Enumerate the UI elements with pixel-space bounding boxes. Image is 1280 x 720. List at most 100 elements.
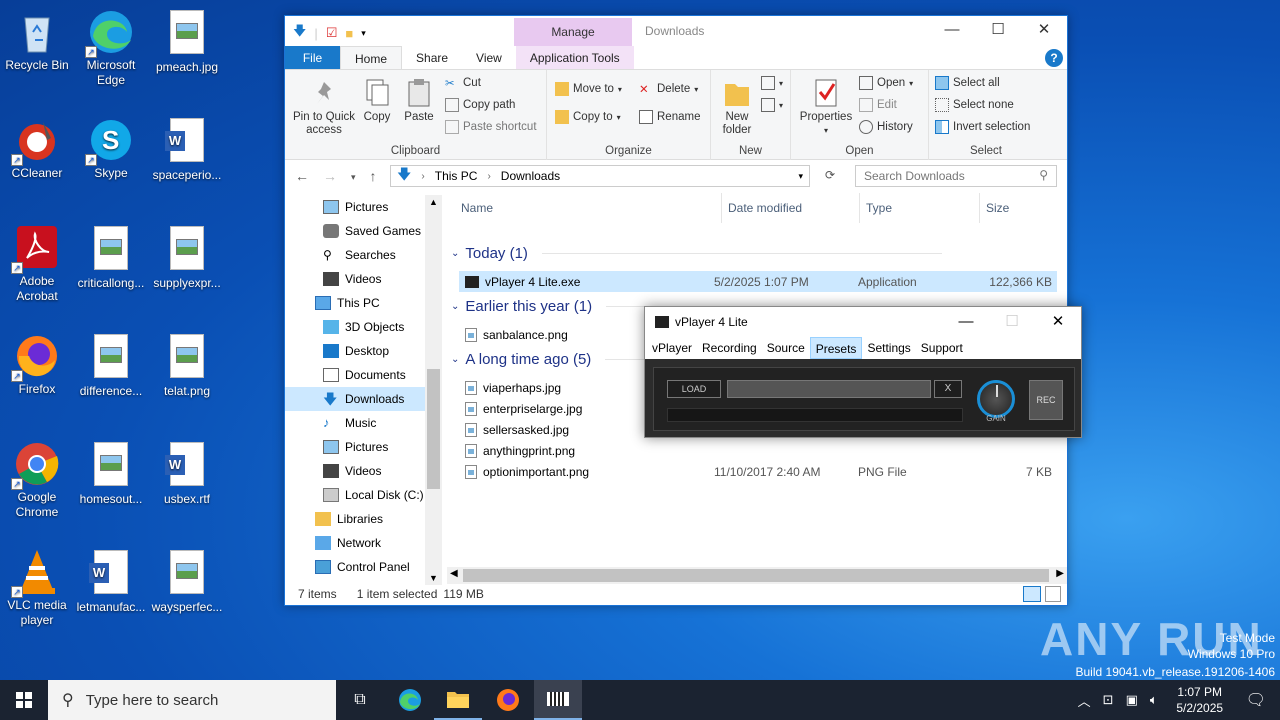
menu-support[interactable]: Support [916,337,968,359]
table-row[interactable]: optionimportant.png 11/10/2017 2:40 AM P… [459,461,1057,482]
volume-icon[interactable]: 🔈︎ [1144,692,1164,708]
task-view-button[interactable]: ⧉ [336,680,384,720]
desktop-icon-recycle-bin[interactable]: Recycle Bin [0,8,74,73]
horizontal-scroll-thumb[interactable] [463,569,1049,582]
desktop-icon-edge[interactable]: ↗ Microsoft Edge [74,8,148,88]
nav-item-local-disk[interactable]: Local Disk (C:) [285,483,425,507]
up-arrow-icon[interactable]: ↑ [370,168,377,186]
close-button[interactable]: ✕ [1021,16,1067,46]
breadcrumb-this-pc[interactable]: This PC [435,169,478,183]
taskbar-search-input[interactable]: ⚲ Type here to search [48,680,336,720]
select-all-button[interactable]: Select all [935,76,1000,90]
forward-arrow-icon[interactable]: → [323,168,337,186]
desktop-icon-supplyexpr[interactable]: supplyexpr... [150,224,224,291]
paste-button[interactable]: Paste [399,78,439,124]
table-row[interactable]: anythingprint.png [459,440,1057,461]
load-button[interactable]: LOAD [667,380,721,398]
menu-vplayer[interactable]: vPlayer [647,337,697,359]
desktop-icon-letmanufac[interactable]: W letmanufac... [74,548,148,615]
desktop-icon-vlc[interactable]: ↗ VLC media player [0,548,74,628]
nav-item-pictures[interactable]: Pictures [285,195,425,219]
network-icon[interactable]: ⊡ [1097,692,1120,708]
address-dropdown-icon[interactable]: ▾ [798,171,803,182]
taskbar-vplayer[interactable] [534,680,582,720]
move-to-button[interactable]: Move to ▾ [555,82,622,96]
refresh-icon[interactable]: ⟳ [825,168,835,182]
column-header-type[interactable]: Type [859,193,892,223]
history-button[interactable]: History [859,120,913,134]
customize-dropdown-icon[interactable]: ▾ [361,28,366,39]
start-button[interactable] [0,680,48,720]
desktop-icon-ccleaner[interactable]: ↗ CCleaner [0,116,74,181]
back-arrow-icon[interactable]: ← [295,168,309,186]
nav-item-documents[interactable]: Documents [285,363,425,387]
desktop-icon-spaceperio[interactable]: W spaceperio... [150,116,224,183]
properties-check-icon[interactable]: ☑ [326,25,338,41]
nav-item-control-panel[interactable]: Control Panel [285,555,425,579]
column-header-size[interactable]: Size [979,193,1009,223]
tab-application-tools[interactable]: Application Tools [515,46,634,69]
desktop-icon-chrome[interactable]: ↗ Google Chrome [0,440,74,520]
table-row[interactable]: vPlayer 4 Lite.exe 5/2/2025 1:07 PM Appl… [459,271,1057,292]
nav-scrollbar[interactable]: ▲ ▼ [425,195,442,585]
nav-item-music[interactable]: ♪ Music [285,411,425,435]
nav-item-downloads[interactable]: 🡇 Downloads [285,387,425,411]
edit-button[interactable]: Edit [859,98,897,112]
nav-scroll-thumb[interactable] [427,369,440,489]
desktop-icon-skype[interactable]: S ↗ Skype [74,116,148,181]
gain-knob[interactable] [977,380,1015,418]
desktop-icon-waysperfec[interactable]: waysperfec... [150,548,224,615]
maximize-button[interactable]: ☐ [975,16,1021,46]
copy-to-button[interactable]: Copy to ▾ [555,110,621,124]
scroll-up-icon[interactable]: ▲ [429,197,438,207]
clock[interactable]: 1:07 PM 5/2/2025 [1164,684,1236,716]
desktop-icon-telat[interactable]: telat.png [150,332,224,399]
nav-item-3d-objects[interactable]: 3D Objects [285,315,425,339]
taskbar-firefox[interactable] [484,680,532,720]
tab-file[interactable]: File [285,46,340,69]
taskbar-edge[interactable] [386,680,434,720]
group-header-today[interactable]: ⌄ Today (1) [451,245,942,262]
minimize-button[interactable]: — [943,307,989,337]
search-input[interactable]: Search Downloads ⚲ [855,165,1057,187]
menu-source[interactable]: Source [762,337,810,359]
notification-icon[interactable]: 🗨︎ [1236,690,1280,710]
menu-settings[interactable]: Settings [862,337,915,359]
column-header-name[interactable]: Name [461,193,493,223]
details-view-icon[interactable] [1023,586,1041,602]
recent-dropdown-icon[interactable]: ▾ [351,168,356,186]
record-button[interactable]: REC [1029,380,1063,420]
desktop-icon-usbex[interactable]: W usbex.rtf [150,440,224,507]
delete-button[interactable]: ✕ Delete ▾ [639,82,698,96]
scroll-left-icon[interactable]: ◀ [450,568,458,579]
open-button[interactable]: Open ▾ [859,76,913,90]
menu-presets[interactable]: Presets [809,337,863,359]
close-button[interactable]: ✕ [1035,307,1081,337]
invert-selection-button[interactable]: Invert selection [935,120,1030,134]
nav-item-desktop[interactable]: Desktop [285,339,425,363]
new-item-button[interactable]: ▾ [761,76,783,90]
new-folder-button[interactable]: New folder [715,78,759,137]
address-bar[interactable]: 🡇 › This PC › Downloads ▾ [390,165,810,187]
chevron-up-icon[interactable]: ︿ [1072,691,1097,710]
desktop-icon-criticallong[interactable]: criticallong... [74,224,148,291]
scroll-right-icon[interactable]: ▶ [1056,568,1064,579]
menu-recording[interactable]: Recording [697,337,762,359]
desktop-icon-firefox[interactable]: ↗ Firefox [0,332,74,397]
taskbar-file-explorer[interactable] [434,680,482,720]
cut-button[interactable]: ✂ Cut [445,76,481,90]
copy-path-button[interactable]: Copy path [445,98,515,112]
maximize-button[interactable]: ☐ [989,307,1035,337]
tab-home[interactable]: Home [340,46,403,69]
breadcrumb-downloads[interactable]: Downloads [501,169,560,183]
desktop-icon-acrobat[interactable]: ↗ Adobe Acrobat [0,224,74,304]
source-field[interactable] [727,380,931,398]
column-header-date[interactable]: Date modified [721,193,802,223]
desktop-icon-difference[interactable]: difference... [74,332,148,399]
pin-quick-access-button[interactable]: Pin to Quick access [289,78,359,137]
help-button[interactable]: ? [1045,49,1063,67]
nav-item-videos[interactable]: Videos [285,267,425,291]
desktop-icon-pmeach[interactable]: pmeach.jpg [150,8,224,75]
horizontal-scrollbar[interactable]: ◀ ▶ [447,567,1067,584]
paste-shortcut-button[interactable]: Paste shortcut [445,120,537,134]
